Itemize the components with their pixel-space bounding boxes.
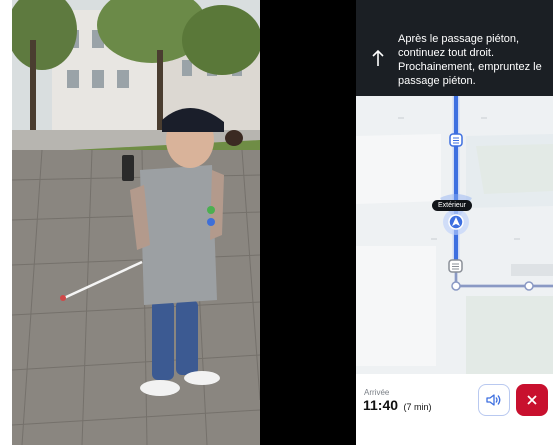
arrival-duration: (7 min)	[403, 402, 432, 412]
close-icon	[527, 395, 537, 405]
speaker-icon	[486, 394, 501, 406]
arrival-time: 11:40	[363, 397, 399, 413]
navigation-banner: Après le passage piéton, continuez tout …	[356, 0, 553, 96]
arrow-up-icon	[372, 49, 384, 66]
sound-button[interactable]	[478, 384, 510, 416]
indoor-map[interactable]: Extérieur	[356, 96, 553, 374]
arrival-label: Arrivée	[364, 388, 390, 397]
arrival-info: 11:40 (7 min)	[363, 397, 432, 415]
black-divider	[260, 0, 356, 445]
bottom-bar: Arrivée 11:40 (7 min)	[356, 374, 553, 445]
map-venue-label: Extérieur	[432, 200, 473, 211]
close-button[interactable]	[516, 384, 548, 416]
navigation-instruction: Après le passage piéton, continuez tout …	[398, 33, 542, 87]
phone-screen: Après le passage piéton, continuez tout …	[356, 0, 553, 445]
street-photo	[12, 0, 260, 445]
